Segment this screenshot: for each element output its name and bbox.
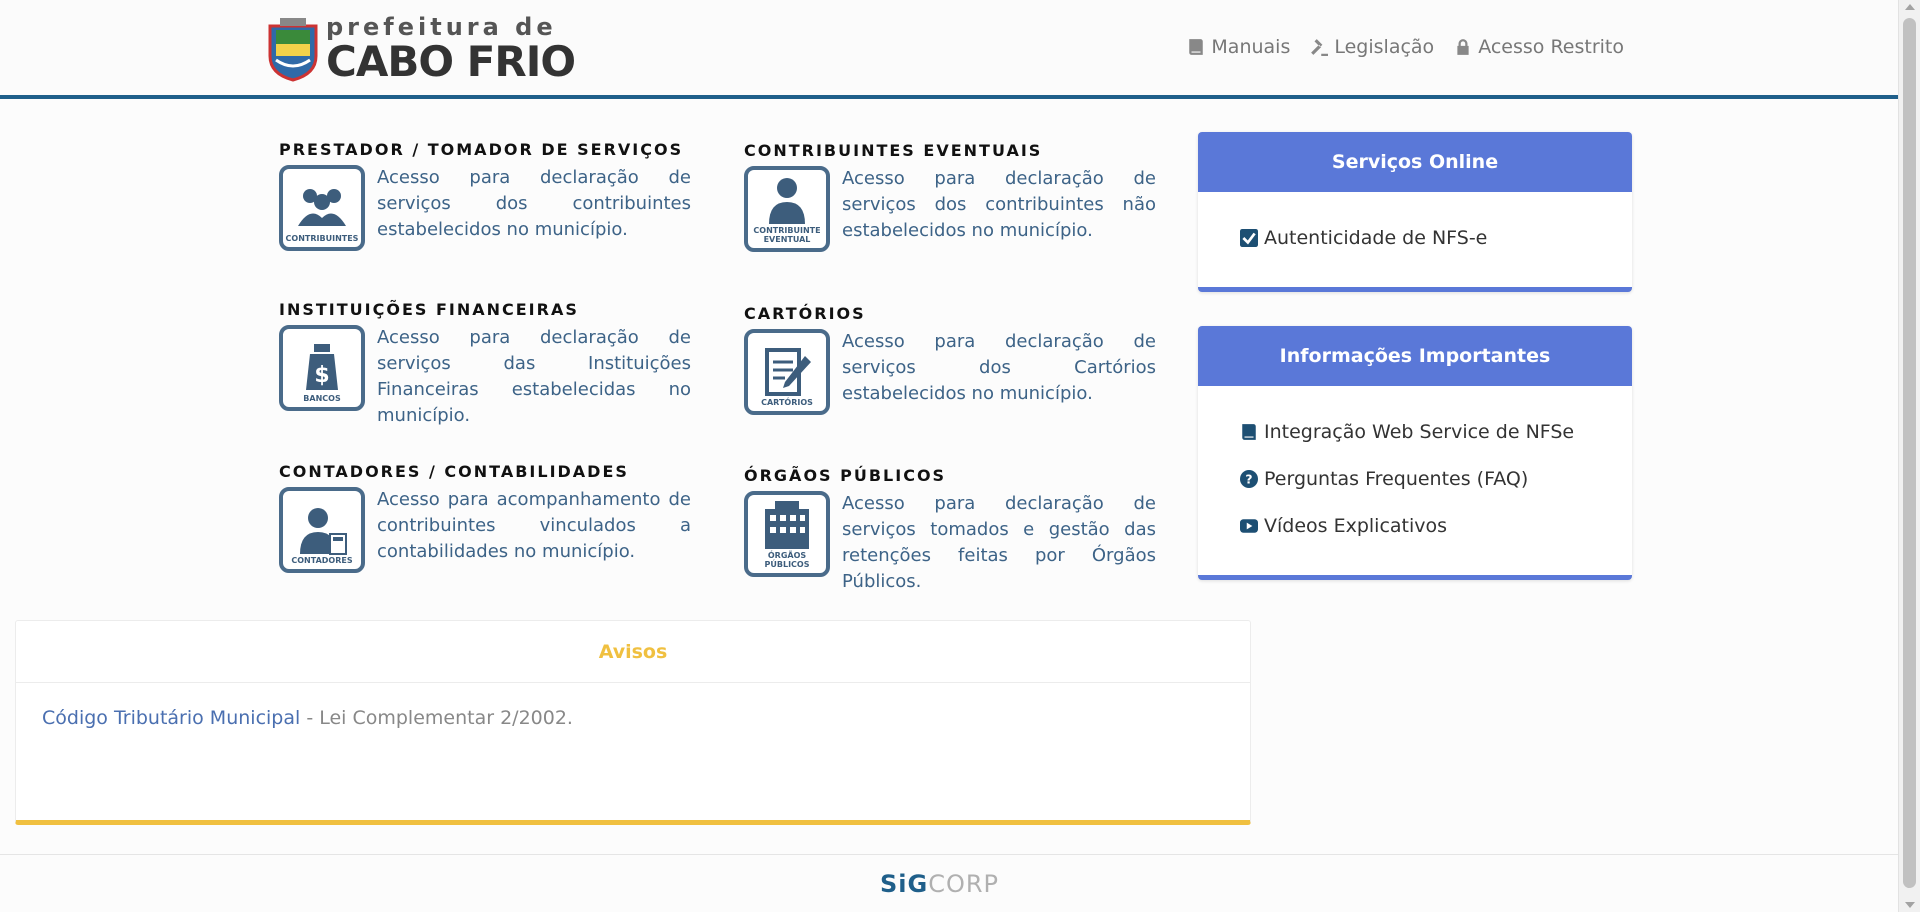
svg-text:$: $ <box>314 363 329 388</box>
tile-contadores-link[interactable]: CONTADORES Acesso para acompanhamento de… <box>279 487 691 573</box>
nav-acesso-restrito-label: Acesso Restrito <box>1478 36 1624 58</box>
sigcorp-logo-b: CORP <box>928 870 1000 898</box>
contribuinte-eventual-icon: CONTRIBUINTE EVENTUAL <box>744 166 830 252</box>
tile-financeiras: INSTITUIÇÕES FINANCEIRAS $ BANCOS Acesso… <box>279 300 691 429</box>
tile-contadores-caption: CONTADORES <box>291 556 353 565</box>
nav-manuais-label: Manuais <box>1211 36 1291 58</box>
tile-eventuais: CONTRIBUINTES EVENTUAIS CONTRIBUINTE EVE… <box>744 141 1156 252</box>
public-building-icon: ÓRGÃOS PÚBLICOS <box>744 491 830 577</box>
tile-cartorios: CARTÓRIOS CARTÓRIOS Acesso para declaraç… <box>744 304 1156 415</box>
vertical-scrollbar[interactable] <box>1898 0 1920 912</box>
svg-text:?: ? <box>1245 472 1252 486</box>
tile-cartorios-title: CARTÓRIOS <box>744 304 866 323</box>
servicos-online-title: Serviços Online <box>1198 132 1632 192</box>
informacoes-importantes-title: Informações Importantes <box>1198 326 1632 386</box>
servicos-online-panel: Serviços Online Autenticidade de NFS-e <box>1198 132 1632 292</box>
tile-prestador-link[interactable]: CONTRIBUINTES Acesso para declaração de … <box>279 165 691 251</box>
footer-divider <box>0 854 1898 855</box>
tile-eventuais-link[interactable]: CONTRIBUINTE EVENTUAL Acesso para declar… <box>744 166 1156 252</box>
tile-financeiras-caption: BANCOS <box>303 394 341 403</box>
tile-orgaos: ÓRGÃOS PÚBLICOS ÓRGÃOS PÚBLICOS Acesso p… <box>744 466 1156 595</box>
faq-label: Perguntas Frequentes (FAQ) <box>1264 467 1529 490</box>
check-square-icon <box>1240 228 1258 247</box>
nav-legislacao[interactable]: Legislação <box>1310 36 1434 58</box>
tile-cartorios-caption: CARTÓRIOS <box>761 398 813 407</box>
nav-acesso-restrito[interactable]: Acesso Restrito <box>1454 36 1624 58</box>
videos-explicativos-label: Vídeos Explicativos <box>1264 514 1448 537</box>
tile-cartorios-link[interactable]: CARTÓRIOS Acesso para declaração de serv… <box>744 329 1156 415</box>
integracao-webservice-link[interactable]: Integração Web Service de NFSe <box>1240 408 1590 455</box>
question-circle-icon: ? <box>1240 469 1258 488</box>
sigcorp-logo: SiGCORP <box>880 870 999 898</box>
book-icon <box>1242 423 1256 440</box>
tile-financeiras-desc: Acesso para declaração de serviços das I… <box>377 327 691 426</box>
scroll-thumb[interactable] <box>1903 18 1916 888</box>
tile-prestador-caption: CONTRIBUINTES <box>285 234 359 243</box>
tile-cartorios-desc: Acesso para declaração de serviços dos C… <box>842 331 1156 404</box>
scroll-down-arrow-icon[interactable] <box>1905 902 1915 908</box>
tile-financeiras-title: INSTITUIÇÕES FINANCEIRAS <box>279 300 579 319</box>
sigcorp-logo-a: SiG <box>880 870 929 898</box>
lock-icon <box>1457 39 1469 55</box>
tile-prestador-title: PRESTADOR / TOMADOR DE SERVIÇOS <box>279 140 684 159</box>
top-navigation: Manuais Legislação Acesso Restrito <box>1187 36 1624 58</box>
contribuintes-icon: CONTRIBUINTES <box>279 165 365 251</box>
avisos-title: Avisos <box>16 621 1250 683</box>
tile-contadores: CONTADORES / CONTABILIDADES CONTADORES A… <box>279 462 691 573</box>
codigo-tributario-link[interactable]: Código Tributário Municipal <box>42 707 300 729</box>
accountant-icon: CONTADORES <box>279 487 365 573</box>
tile-eventuais-caption: CONTRIBUINTE EVENTUAL <box>753 226 821 244</box>
avisos-panel: Avisos Código Tributário Municipal - Lei… <box>15 620 1251 825</box>
autenticidade-nfse-label: Autenticidade de NFS-e <box>1264 226 1488 249</box>
tile-orgaos-link[interactable]: ÓRGÃOS PÚBLICOS Acesso para declaração d… <box>744 491 1156 595</box>
tile-prestador-desc: Acesso para declaração de serviços dos c… <box>377 167 691 240</box>
city-crest-icon <box>268 18 318 82</box>
tile-eventuais-title: CONTRIBUINTES EVENTUAIS <box>744 141 1043 160</box>
tile-orgaos-caption: ÓRGÃOS PÚBLICOS <box>764 551 810 569</box>
tile-orgaos-title: ÓRGÃOS PÚBLICOS <box>744 466 947 485</box>
document-pen-icon: CARTÓRIOS <box>744 329 830 415</box>
prefeitura-logo[interactable]: prefeitura de CABO FRIO <box>266 14 576 86</box>
tile-contadores-desc: Acesso para acompanhamento de contribuin… <box>377 489 691 562</box>
integracao-webservice-label: Integração Web Service de NFSe <box>1264 420 1575 443</box>
header: prefeitura de CABO FRIO Manuais Legislaç… <box>0 0 1898 99</box>
nav-manuais[interactable]: Manuais <box>1187 36 1290 58</box>
informacoes-importantes-panel: Informações Importantes Integração Web S… <box>1198 326 1632 580</box>
tile-financeiras-link[interactable]: $ BANCOS Acesso para declaração de servi… <box>279 325 691 429</box>
bank-money-bag-icon: $ BANCOS <box>279 325 365 411</box>
youtube-icon <box>1240 518 1258 533</box>
book-icon <box>1189 39 1204 55</box>
tile-prestador: PRESTADOR / TOMADOR DE SERVIÇOS CONTRIBU… <box>279 140 691 251</box>
lei-complementar-text: - Lei Complementar 2/2002. <box>300 707 573 729</box>
tile-orgaos-desc: Acesso para declaração de serviços tomad… <box>842 493 1156 592</box>
faq-link[interactable]: ? Perguntas Frequentes (FAQ) <box>1240 455 1590 502</box>
tile-contadores-title: CONTADORES / CONTABILIDADES <box>279 462 629 481</box>
videos-explicativos-link[interactable]: Vídeos Explicativos <box>1240 502 1590 549</box>
nav-legislacao-label: Legislação <box>1334 36 1435 58</box>
gavel-icon <box>1311 39 1329 56</box>
tile-eventuais-desc: Acesso para declaração de serviços dos c… <box>842 168 1156 241</box>
scroll-up-arrow-icon[interactable] <box>1905 4 1915 10</box>
autenticidade-nfse-link[interactable]: Autenticidade de NFS-e <box>1240 214 1590 261</box>
logo-big-text: CABO FRIO <box>326 37 576 86</box>
